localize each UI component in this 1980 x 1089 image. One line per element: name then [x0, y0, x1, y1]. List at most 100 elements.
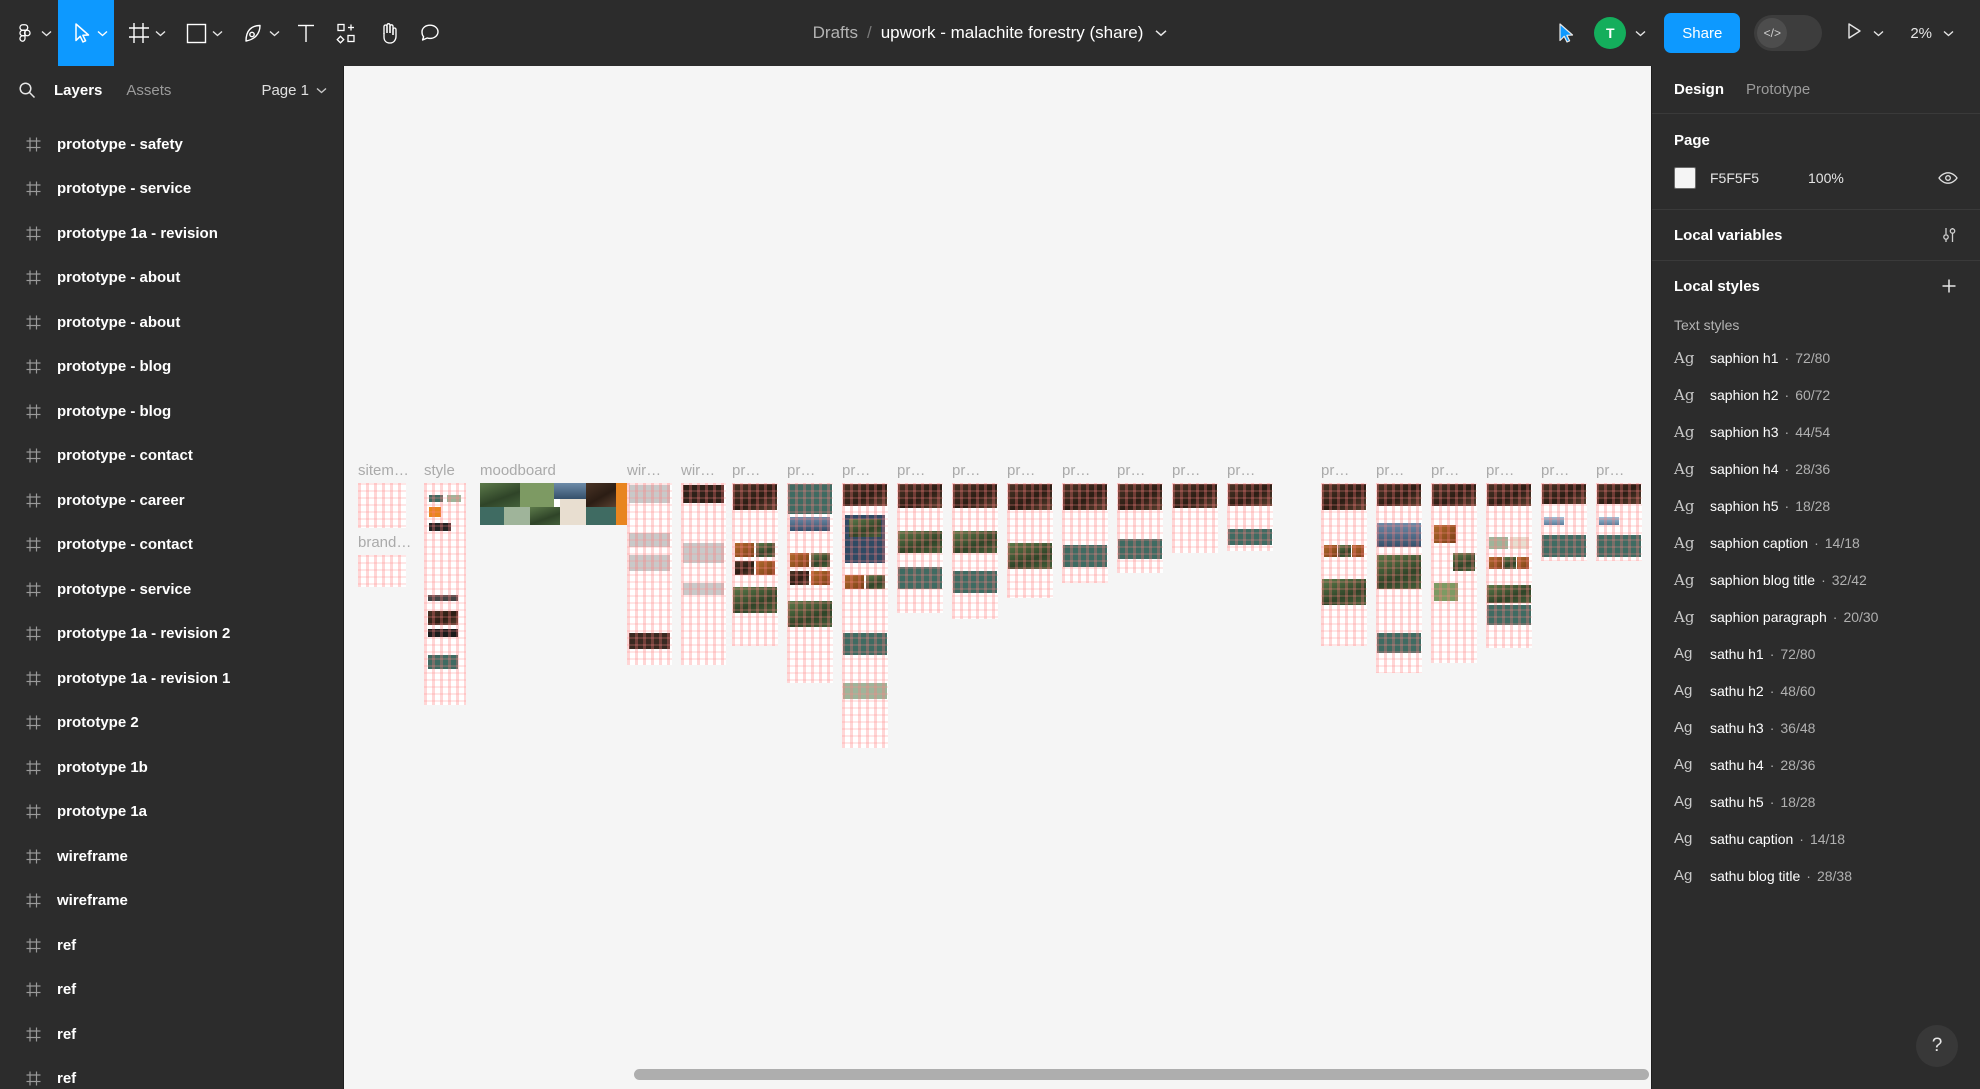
- frame-thumbnail[interactable]: [787, 483, 833, 683]
- file-menu-chevron-down-icon[interactable]: [1155, 29, 1167, 37]
- frame-thumbnail[interactable]: [897, 483, 943, 613]
- horizontal-scrollbar-thumb[interactable]: [634, 1069, 1649, 1080]
- layer-row[interactable]: prototype 2: [0, 701, 343, 746]
- frame-thumbnail[interactable]: [1227, 483, 1273, 551]
- frame-label[interactable]: pr…: [1117, 462, 1145, 479]
- frame-label[interactable]: pr…: [1596, 462, 1624, 479]
- pen-tool-button[interactable]: [229, 0, 286, 66]
- text-style-row[interactable]: Ag saphion blog title · 32/42: [1652, 561, 1980, 598]
- frame-label[interactable]: pr…: [1321, 462, 1349, 479]
- frame-thumbnail[interactable]: [732, 483, 778, 646]
- layer-row[interactable]: prototype - contact: [0, 434, 343, 479]
- frame-label[interactable]: sitem…: [358, 462, 409, 479]
- text-tool-button[interactable]: [286, 0, 326, 66]
- frame-label[interactable]: pr…: [842, 462, 870, 479]
- frame-thumbnail[interactable]: [1431, 483, 1477, 663]
- layer-row[interactable]: prototype 1a - revision 1: [0, 656, 343, 701]
- move-tool-button[interactable]: [58, 0, 114, 66]
- frame-thumbnail[interactable]: [1172, 483, 1218, 553]
- tab-design[interactable]: Design: [1674, 81, 1724, 98]
- zoom-level-menu[interactable]: 2%: [1902, 25, 1962, 42]
- text-style-row[interactable]: Ag sathu caption · 14/18: [1652, 820, 1980, 857]
- text-style-row[interactable]: Ag sathu h3 · 36/48: [1652, 709, 1980, 746]
- comment-tool-button[interactable]: [409, 0, 451, 66]
- frame-label[interactable]: wir…: [627, 462, 661, 479]
- layer-row[interactable]: wireframe: [0, 834, 343, 879]
- frame-tool-button[interactable]: [114, 0, 172, 66]
- frame-label[interactable]: pr…: [787, 462, 815, 479]
- layer-row[interactable]: prototype 1b: [0, 745, 343, 790]
- file-name[interactable]: upwork - malachite forestry (share): [881, 23, 1144, 43]
- layer-row[interactable]: ref: [0, 968, 343, 1013]
- frame-thumbnail[interactable]: [1117, 483, 1163, 573]
- layer-row[interactable]: ref: [0, 1012, 343, 1057]
- layer-row[interactable]: prototype - service: [0, 167, 343, 212]
- layer-row[interactable]: prototype - about: [0, 300, 343, 345]
- frame-label[interactable]: pr…: [1007, 462, 1035, 479]
- frame-thumbnail[interactable]: [1541, 483, 1587, 561]
- text-style-row[interactable]: Ag saphion h2 · 60/72: [1652, 376, 1980, 413]
- frame-thumbnail[interactable]: [1376, 483, 1422, 673]
- frame-label[interactable]: pr…: [1431, 462, 1459, 479]
- page-color-swatch[interactable]: [1674, 167, 1696, 189]
- text-style-row[interactable]: Ag saphion h4 · 28/36: [1652, 450, 1980, 487]
- text-styles-list[interactable]: Ag saphion h1 · 72/80 Ag saphion h2 · 60/72 Ag sa…: [1652, 339, 1980, 894]
- variables-settings-icon[interactable]: [1940, 226, 1958, 244]
- text-style-row[interactable]: Ag saphion h1 · 72/80: [1652, 339, 1980, 376]
- page-selector[interactable]: Page 1: [261, 82, 327, 99]
- breadcrumb-project[interactable]: Drafts: [813, 23, 858, 43]
- text-style-row[interactable]: Ag sathu h4 · 28/36: [1652, 746, 1980, 783]
- frame-thumbnail[interactable]: [358, 483, 406, 528]
- frame-label[interactable]: pr…: [732, 462, 760, 479]
- frame-thumbnail[interactable]: [952, 483, 998, 619]
- frame-label[interactable]: moodboard: [480, 462, 556, 479]
- text-style-row[interactable]: Ag sathu blog title · 28/38: [1652, 857, 1980, 894]
- layer-row[interactable]: ref: [0, 1057, 343, 1089]
- tab-layers[interactable]: Layers: [54, 82, 102, 99]
- page-fill-opacity[interactable]: 100%: [1808, 170, 1844, 186]
- frame-thumbnail[interactable]: [1007, 483, 1053, 598]
- present-button[interactable]: [1838, 22, 1892, 45]
- hand-tool-button[interactable]: [368, 0, 409, 66]
- frame-label[interactable]: pr…: [1227, 462, 1255, 479]
- frame-thumbnail[interactable]: [1062, 483, 1108, 583]
- layer-row[interactable]: prototype - career: [0, 478, 343, 523]
- text-style-row[interactable]: Ag saphion h3 · 44/54: [1652, 413, 1980, 450]
- frame-label[interactable]: pr…: [1062, 462, 1090, 479]
- search-icon[interactable]: [18, 81, 36, 99]
- layer-list[interactable]: prototype - safety prototype - service pro…: [0, 114, 343, 1089]
- frame-thumbnail[interactable]: [1596, 483, 1642, 561]
- layer-row[interactable]: prototype 1a: [0, 790, 343, 835]
- frame-thumbnail[interactable]: [358, 555, 406, 587]
- tab-prototype[interactable]: Prototype: [1746, 81, 1810, 98]
- figma-menu-button[interactable]: [0, 0, 58, 66]
- local-variables-section[interactable]: Local variables: [1652, 210, 1980, 261]
- help-button[interactable]: ?: [1916, 1025, 1958, 1067]
- shape-tool-button[interactable]: [172, 0, 229, 66]
- frame-label[interactable]: wir…: [681, 462, 715, 479]
- frame-thumbnail[interactable]: [842, 483, 888, 748]
- layer-row[interactable]: ref: [0, 923, 343, 968]
- frame-label[interactable]: pr…: [1486, 462, 1514, 479]
- text-style-row[interactable]: Ag saphion paragraph · 20/30: [1652, 598, 1980, 635]
- frame-label[interactable]: style: [424, 462, 455, 479]
- actions-tool-button[interactable]: [326, 0, 368, 66]
- text-style-row[interactable]: Ag saphion caption · 14/18: [1652, 524, 1980, 561]
- horizontal-scrollbar-track[interactable]: [344, 1060, 1651, 1089]
- text-style-row[interactable]: Ag sathu h2 · 48/60: [1652, 672, 1980, 709]
- user-avatar-menu[interactable]: T: [1590, 13, 1654, 53]
- tab-assets[interactable]: Assets: [126, 82, 171, 99]
- canvas[interactable]: sitem… brand… style moodboard wir… wir… …: [344, 66, 1651, 1089]
- frame-thumbnail[interactable]: [1321, 483, 1367, 646]
- layer-row[interactable]: prototype - about: [0, 256, 343, 301]
- frame-label[interactable]: pr…: [1376, 462, 1404, 479]
- page-fill-hex[interactable]: F5F5F5: [1710, 170, 1794, 186]
- add-style-button[interactable]: [1940, 277, 1958, 295]
- frame-label[interactable]: pr…: [1172, 462, 1200, 479]
- cursor-presence-button[interactable]: [1546, 13, 1586, 53]
- dev-mode-toggle[interactable]: </>: [1754, 15, 1823, 51]
- layer-row[interactable]: prototype - safety: [0, 122, 343, 167]
- frame-thumbnail[interactable]: [424, 483, 466, 705]
- layer-row[interactable]: prototype - service: [0, 567, 343, 612]
- frame-thumbnail[interactable]: [480, 483, 640, 525]
